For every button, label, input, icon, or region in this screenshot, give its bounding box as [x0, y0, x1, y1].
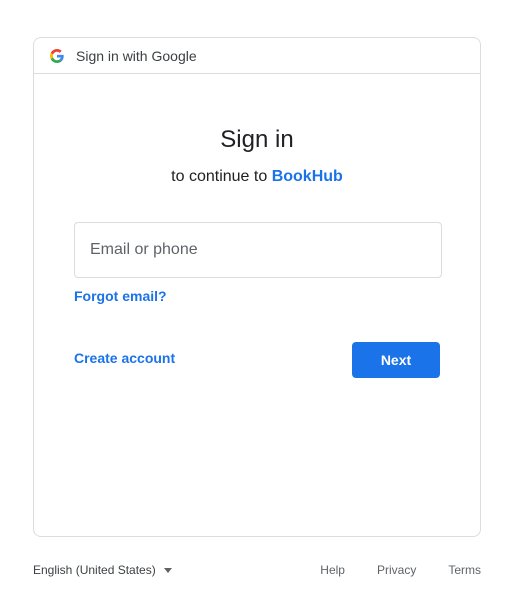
- email-field-container: [74, 222, 442, 278]
- caret-down-icon: [163, 567, 172, 573]
- terms-link[interactable]: Terms: [448, 563, 481, 577]
- privacy-link[interactable]: Privacy: [377, 563, 416, 577]
- card-header: Sign in with Google: [34, 38, 480, 74]
- subtitle-prefix: to continue to: [171, 168, 268, 185]
- google-g-icon: [50, 48, 64, 63]
- page: Sign in with Google Sign in to continue …: [0, 0, 510, 615]
- next-button[interactable]: Next: [352, 342, 440, 378]
- app-name-link[interactable]: BookHub: [272, 168, 343, 185]
- header-text: Sign in with Google: [76, 47, 197, 64]
- page-title: Sign in: [220, 126, 294, 153]
- create-account-link[interactable]: Create account: [74, 350, 175, 366]
- forgot-email-link[interactable]: Forgot email?: [74, 288, 167, 304]
- language-label: English (United States): [33, 563, 156, 577]
- footer-links: Help Privacy Terms: [288, 563, 481, 577]
- footer: English (United States) Help Privacy Ter…: [33, 560, 481, 580]
- subtitle: to continue to BookHub: [34, 166, 480, 188]
- language-selector[interactable]: English (United States): [33, 563, 172, 577]
- help-link[interactable]: Help: [320, 563, 345, 577]
- sign-in-card: Sign in with Google Sign in to continue …: [33, 37, 481, 537]
- email-field[interactable]: [75, 223, 441, 277]
